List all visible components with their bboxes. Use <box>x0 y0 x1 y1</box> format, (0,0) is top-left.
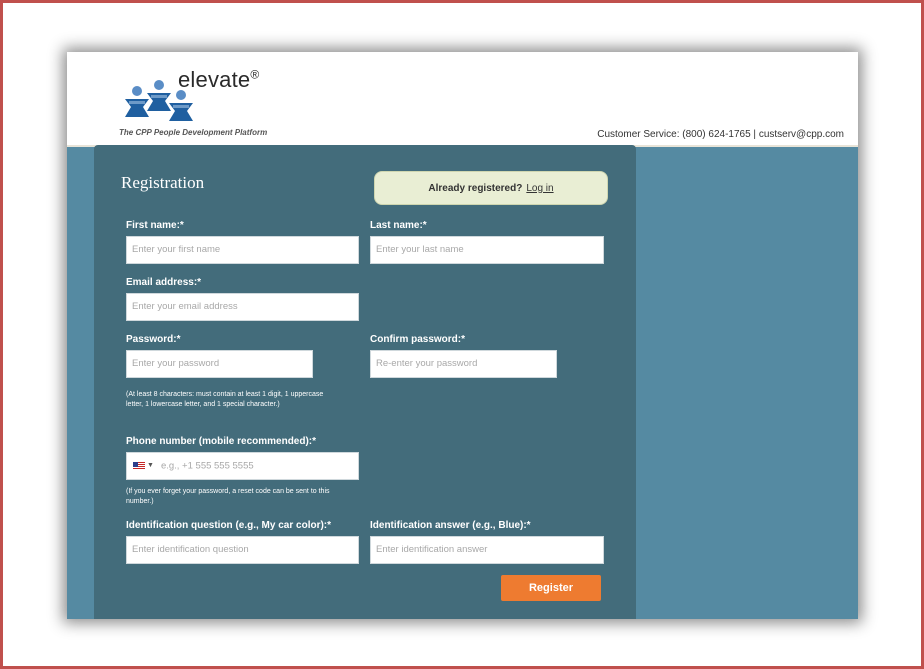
brand-name: elevate® <box>178 67 260 92</box>
confirm-password-label: Confirm password:* <box>370 334 466 345</box>
register-button[interactable]: Register <box>501 575 601 601</box>
customer-service-info: Customer Service: (800) 624-1765 | custs… <box>597 129 844 140</box>
phone-hint: (If you ever forget your password, a res… <box>126 488 330 505</box>
us-flag-icon[interactable] <box>133 462 145 470</box>
last-name-input[interactable]: Enter your last name <box>370 236 604 264</box>
first-name-input[interactable]: Enter your first name <box>126 236 359 264</box>
site-header: elevate® The CPP People Development Plat… <box>67 52 858 147</box>
tagline: The CPP People Development Platform <box>119 128 268 137</box>
first-name-label: First name:* <box>126 220 184 231</box>
phone-label: Phone number (mobile recommended):* <box>126 436 317 447</box>
last-name-label: Last name:* <box>370 220 427 231</box>
email-label: Email address:* <box>126 277 202 288</box>
id-answer-label: Identification answer (e.g., Blue):* <box>370 520 531 531</box>
email-input[interactable]: Enter your email address <box>126 293 359 321</box>
confirm-password-input[interactable]: Re-enter your password <box>370 350 557 378</box>
password-hint: (At least 8 characters: must contain at … <box>126 391 324 408</box>
login-link[interactable]: Log in <box>526 183 553 194</box>
already-registered-box: Already registered? Log in <box>374 171 608 205</box>
id-answer-input[interactable]: Enter identification answer <box>370 536 604 564</box>
page-title: Registration <box>121 173 205 192</box>
id-question-label: Identification question (e.g., My car co… <box>126 520 332 531</box>
password-label: Password:* <box>126 334 181 345</box>
id-question-input[interactable]: Enter identification question <box>126 536 359 564</box>
registration-panel: Registration Already registered? Log in … <box>94 145 636 619</box>
phone-input[interactable]: e.g., +1 555 555 5555 <box>161 461 254 472</box>
browser-page: elevate® The CPP People Development Plat… <box>67 52 858 619</box>
already-registered-text: Already registered? <box>428 182 523 194</box>
chevron-down-icon[interactable]: ▼ <box>147 462 154 469</box>
password-input[interactable]: Enter your password <box>126 350 313 378</box>
phone-field[interactable]: ▼ e.g., +1 555 555 5555 <box>126 452 359 480</box>
